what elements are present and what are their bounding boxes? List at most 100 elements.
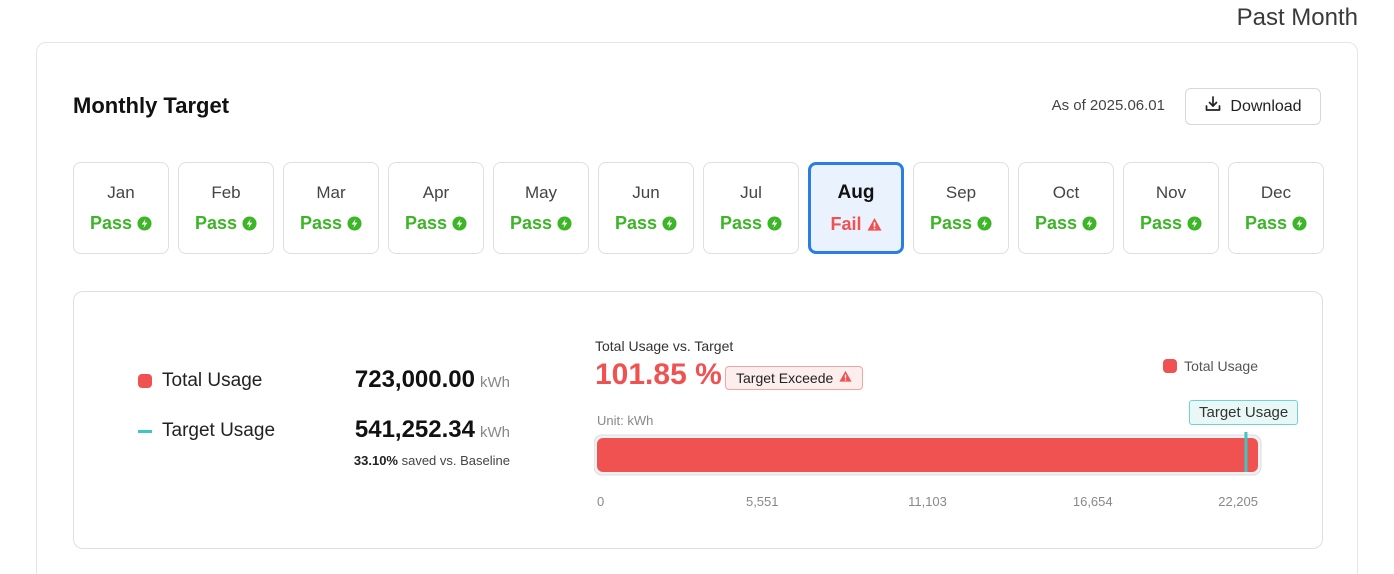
chart-legend-label: Total Usage	[1184, 358, 1258, 374]
total-usage-value-row: 723,000.00 kWh	[355, 366, 510, 394]
target-usage-legend: Target Usage	[138, 420, 275, 442]
month-status: Pass	[615, 213, 677, 234]
month-status-label: Pass	[929, 212, 973, 233]
month-card-aug[interactable]: Aug Fail	[808, 162, 904, 254]
bolt-circle-icon	[242, 215, 257, 231]
month-card-oct[interactable]: Oct Pass	[1018, 162, 1114, 254]
month-card-mar[interactable]: Mar Pass	[283, 162, 379, 254]
month-status-label: Pass	[89, 212, 133, 233]
month-name: Mar	[316, 182, 346, 202]
download-button[interactable]: Download	[1185, 88, 1321, 125]
bar-total-usage	[597, 438, 1258, 472]
tick-label: 11,103	[908, 494, 947, 509]
month-card-feb[interactable]: Feb Pass	[178, 162, 274, 254]
chart-legend: Total Usage	[1163, 358, 1258, 374]
total-usage-unit: kWh	[480, 374, 510, 391]
month-selector: Jan Pass Feb Pass Mar Pass Apr Pass May Pass Jun Pa…	[73, 162, 1324, 254]
warning-triangle-icon	[839, 370, 852, 386]
usage-percent: 101.85 %	[595, 358, 722, 391]
tick-label: 0	[597, 494, 604, 509]
month-name: Aug	[837, 181, 875, 203]
period-label: Past Month	[1236, 4, 1358, 31]
month-name: Sep	[945, 182, 977, 202]
target-exceeded-badge: Target Exceede	[725, 366, 864, 390]
month-status-label: Fail	[830, 213, 862, 234]
month-card-dec[interactable]: Dec Pass	[1228, 162, 1324, 254]
card-title: Monthly Target	[73, 93, 230, 118]
total-usage-swatch	[138, 374, 152, 388]
month-card-jun[interactable]: Jun Pass	[598, 162, 694, 254]
month-status-label: Pass	[1244, 212, 1288, 233]
month-card-may[interactable]: May Pass	[493, 162, 589, 254]
bolt-circle-icon	[977, 215, 992, 231]
total-usage-legend: Total Usage	[138, 370, 262, 392]
usage-bar-chart: 0 5,551 11,103 16,654 22,205	[594, 432, 1262, 509]
month-status: Pass	[405, 213, 467, 234]
usage-detail-panel: Total Usage 723,000.00 kWh Target Usage …	[73, 291, 1323, 549]
month-status-label: Pass	[404, 212, 448, 233]
total-usage-label: Total Usage	[162, 370, 263, 391]
month-status: Pass	[300, 213, 362, 234]
bolt-circle-icon	[1082, 215, 1097, 231]
month-status: Pass	[720, 213, 782, 234]
target-usage-value: 541,252.34	[354, 416, 475, 443]
month-name: Jul	[740, 182, 762, 202]
bolt-circle-icon	[452, 215, 467, 231]
month-card-sep[interactable]: Sep Pass	[913, 162, 1009, 254]
target-usage-tag: Target Usage	[1189, 400, 1299, 425]
month-name: Dec	[1260, 182, 1292, 202]
tick-label: 22,205	[1218, 494, 1258, 509]
bolt-circle-icon	[1187, 215, 1202, 231]
month-status: Pass	[1140, 213, 1202, 234]
month-status-label: Pass	[1139, 212, 1183, 233]
month-status: Pass	[510, 213, 572, 234]
bolt-circle-icon	[557, 215, 572, 231]
saved-note: 33.10% saved vs. Baseline	[354, 453, 510, 468]
chart-legend-swatch	[1163, 359, 1178, 373]
target-usage-unit: kWh	[480, 424, 510, 441]
download-label: Download	[1230, 97, 1302, 115]
month-name: May	[524, 182, 558, 202]
chart-unit: Unit: kWh	[597, 413, 654, 428]
target-usage-swatch	[138, 429, 152, 433]
monthly-target-card: Monthly Target As of 2025.06.01 Download…	[36, 42, 1358, 574]
month-name: Oct	[1052, 182, 1080, 202]
tick-label: 5,551	[746, 494, 779, 509]
month-status: Pass	[1245, 213, 1307, 234]
bolt-circle-icon	[1292, 215, 1307, 231]
month-name: Nov	[1155, 182, 1187, 202]
chart-label: Total Usage vs. Target	[595, 338, 734, 354]
month-status-label: Pass	[614, 212, 658, 233]
month-status: Pass	[1035, 213, 1097, 234]
saved-text: saved vs. Baseline	[397, 453, 510, 468]
saved-percent: 33.10%	[353, 453, 398, 468]
month-card-jan[interactable]: Jan Pass	[73, 162, 169, 254]
total-usage-value: 723,000.00	[354, 366, 475, 393]
month-status-label: Pass	[299, 212, 343, 233]
bolt-circle-icon	[767, 215, 782, 231]
warning-triangle-icon	[866, 217, 882, 232]
tick-label: 16,654	[1073, 494, 1113, 509]
month-status-label: Pass	[509, 212, 553, 233]
month-card-nov[interactable]: Nov Pass	[1123, 162, 1219, 254]
month-status-label: Pass	[194, 212, 238, 233]
bolt-circle-icon	[137, 215, 152, 231]
download-icon	[1204, 95, 1222, 118]
month-name: Feb	[211, 182, 241, 202]
month-status: Pass	[930, 213, 992, 234]
month-card-jul[interactable]: Jul Pass	[703, 162, 799, 254]
month-name: Jun	[632, 182, 660, 202]
target-usage-label: Target Usage	[162, 420, 276, 441]
bolt-circle-icon	[662, 215, 677, 231]
month-status-label: Pass	[1034, 212, 1078, 233]
month-status-label: Pass	[719, 212, 763, 233]
month-card-apr[interactable]: Apr Pass	[388, 162, 484, 254]
month-name: Apr	[422, 182, 450, 202]
badge-label: Target Exceede	[736, 370, 834, 386]
month-status: Pass	[195, 213, 257, 234]
target-usage-value-row: 541,252.34 kWh	[355, 416, 510, 444]
month-status: Pass	[90, 213, 152, 234]
month-name: Jan	[107, 182, 135, 202]
bolt-circle-icon	[347, 215, 362, 231]
month-status: Fail	[830, 213, 882, 235]
